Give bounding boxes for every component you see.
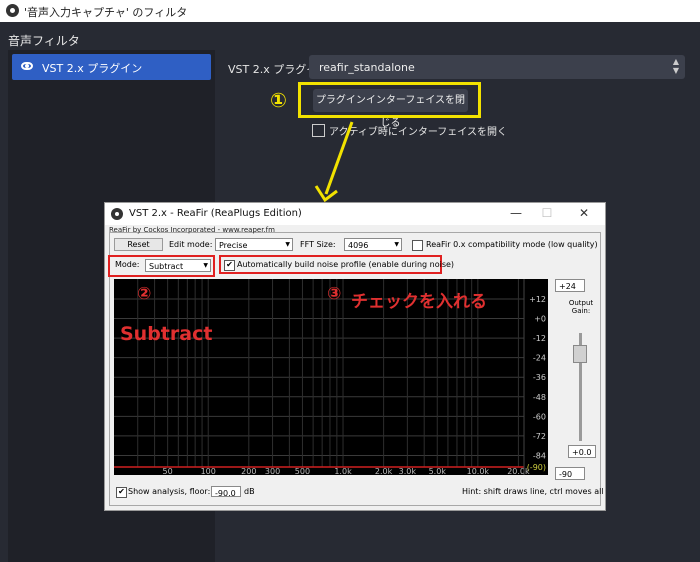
db-tick-label: -60 bbox=[533, 412, 546, 421]
mode-label: Mode: bbox=[115, 260, 140, 269]
show-analysis-label: Show analysis, floor: bbox=[128, 487, 211, 496]
plugin-select[interactable]: reafir_standalone ▲ ▼ bbox=[309, 55, 685, 79]
db-tick-label: +12 bbox=[529, 295, 546, 304]
annotation-subtract-text: Subtract bbox=[120, 323, 213, 345]
close-plugin-interface-button[interactable]: プラグインインターフェイスを閉じる bbox=[313, 89, 468, 129]
auto-noise-checkbox[interactable]: ✔ bbox=[224, 260, 235, 271]
gain-max-field[interactable]: +24 bbox=[555, 279, 585, 292]
floor-field[interactable]: -90.0 bbox=[211, 486, 241, 498]
edit-mode-label: Edit mode: bbox=[169, 240, 213, 249]
annotation-arrow-head bbox=[314, 185, 338, 203]
fft-size-select[interactable]: 4096 ▼ bbox=[344, 238, 402, 251]
annotation-step-2: ② bbox=[137, 284, 152, 304]
floor-unit: dB bbox=[244, 487, 255, 496]
freq-tick-label: 200 bbox=[241, 467, 256, 475]
open-on-active-checkbox[interactable] bbox=[312, 124, 325, 137]
dropdown-arrow-icon: ▼ bbox=[394, 241, 399, 248]
vst-titlebar: VST 2.x - ReaFir (ReaPlugs Edition) — ☐ … bbox=[105, 203, 605, 225]
edit-mode-value: Precise bbox=[219, 241, 248, 250]
visibility-eye-icon[interactable] bbox=[21, 62, 33, 70]
maximize-button[interactable]: ☐ bbox=[536, 206, 558, 222]
compat-mode-checkbox[interactable] bbox=[412, 240, 423, 251]
output-gain-label: Output Gain: bbox=[562, 299, 600, 315]
filter-item-label: VST 2.x プラグイン bbox=[42, 62, 143, 75]
freq-tick-label: 100 bbox=[201, 467, 216, 475]
minimize-button[interactable]: — bbox=[505, 206, 527, 222]
db-tick-label: -36 bbox=[533, 373, 546, 382]
reset-button[interactable]: Reset bbox=[114, 238, 163, 251]
annotation-step-1: ① bbox=[270, 88, 287, 112]
output-gain-text: Output Gain: bbox=[568, 299, 594, 315]
annotation-check-text: チェックを入れる bbox=[351, 292, 487, 312]
db-tick-label: -72 bbox=[533, 432, 546, 441]
reafir-caption: ReaFir by Cockos Incorporated - www.reap… bbox=[109, 226, 275, 234]
window-titlebar: '音声入力キャプチャ' のフィルタ bbox=[0, 0, 700, 22]
mode-value: Subtract bbox=[149, 262, 184, 271]
freq-tick-label: 1.0k bbox=[334, 467, 352, 475]
window-title: '音声入力キャプチャ' のフィルタ bbox=[24, 6, 188, 19]
vst-plugin-window: VST 2.x - ReaFir (ReaPlugs Edition) — ☐ … bbox=[104, 202, 606, 511]
output-gain-slider-knob[interactable] bbox=[573, 345, 587, 363]
freq-tick-label: 3.0k bbox=[399, 467, 417, 475]
db-tick-label: -12 bbox=[533, 334, 546, 343]
filter-item-vst[interactable]: VST 2.x プラグイン bbox=[12, 54, 211, 80]
gain-min-field[interactable]: -90 bbox=[555, 467, 585, 480]
obs-logo-icon bbox=[6, 4, 19, 17]
fft-size-value: 4096 bbox=[348, 241, 369, 250]
gain-value: +0.0 bbox=[572, 448, 592, 457]
freq-tick-label: 500 bbox=[295, 467, 310, 475]
gain-min-value: -90 bbox=[559, 470, 573, 479]
plugin-select-value: reafir_standalone bbox=[319, 61, 415, 74]
freq-tick-label: 50 bbox=[163, 467, 173, 475]
close-window-button[interactable]: ✕ bbox=[573, 206, 595, 222]
hint-text: Hint: shift draws line, ctrl moves all bbox=[462, 487, 604, 496]
fft-size-label: FFT Size: bbox=[300, 240, 336, 249]
open-on-active-label: アクティブ時にインターフェイスを開く bbox=[329, 127, 507, 138]
obs-logo-icon bbox=[111, 208, 123, 220]
floor-value: -90.0 bbox=[215, 489, 236, 498]
edit-mode-select[interactable]: Precise ▼ bbox=[215, 238, 293, 251]
mode-select[interactable]: Subtract ▼ bbox=[145, 259, 211, 272]
freq-tick-label: 5.0k bbox=[429, 467, 447, 475]
audio-filters-heading: 音声フィルタ bbox=[8, 34, 80, 48]
auto-noise-label: Automatically build noise profile (enabl… bbox=[237, 260, 455, 269]
annotation-step-3: ③ bbox=[327, 284, 342, 304]
vst-window-title: VST 2.x - ReaFir (ReaPlugs Edition) bbox=[129, 208, 302, 219]
select-updown-icon: ▲ ▼ bbox=[672, 57, 679, 75]
gain-max-value: +24 bbox=[559, 282, 576, 291]
db-tick-label: -84 bbox=[533, 451, 546, 460]
db-tick-label: -48 bbox=[533, 393, 546, 402]
dropdown-arrow-icon: ▼ bbox=[203, 262, 208, 269]
compat-mode-label: ReaFir 0.x compatibility mode (low quali… bbox=[426, 240, 598, 249]
db-tick-label: +0 bbox=[534, 315, 546, 324]
freq-tick-label: 300 bbox=[265, 467, 280, 475]
gain-value-field[interactable]: +0.0 bbox=[568, 445, 596, 458]
freq-tick-label: 10.0k bbox=[467, 467, 490, 475]
show-analysis-checkbox[interactable]: ✔ bbox=[116, 487, 127, 498]
dropdown-arrow-icon: ▼ bbox=[285, 241, 290, 248]
freq-tick-label: 2.0k bbox=[375, 467, 393, 475]
freq-tick-label: 20.0k bbox=[507, 467, 530, 475]
db-tick-label: -24 bbox=[533, 354, 546, 363]
